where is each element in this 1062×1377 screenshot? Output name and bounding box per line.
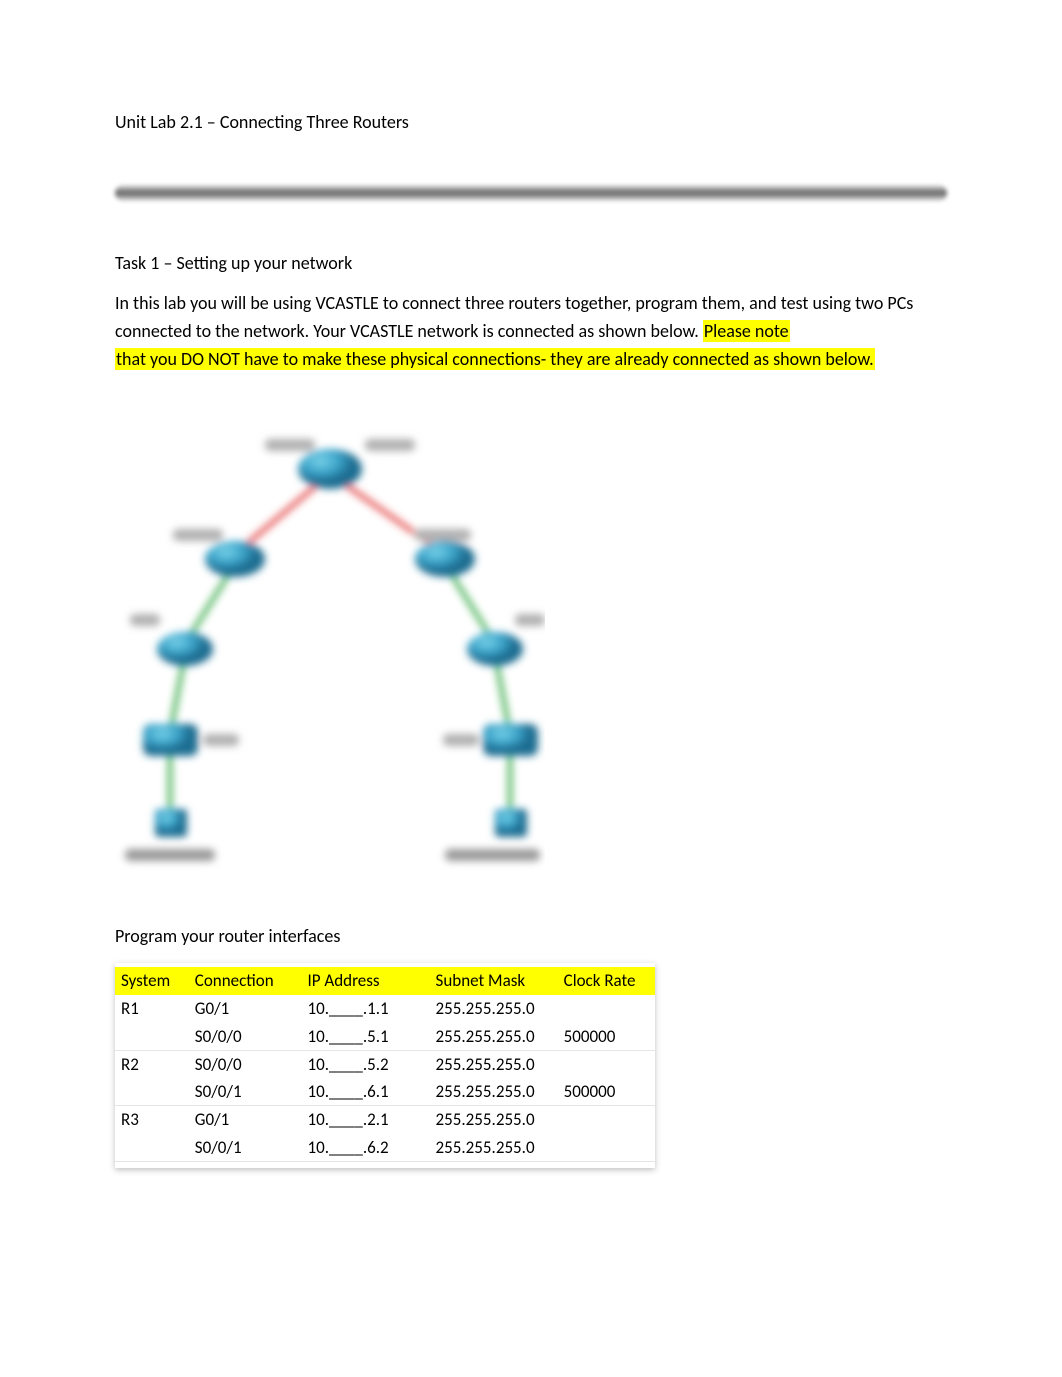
network-diagram	[115, 414, 545, 874]
cell-system	[115, 1078, 189, 1106]
cell-mask: 255.255.255.0	[430, 1051, 558, 1079]
th-mask: Subnet Mask	[430, 967, 558, 995]
cell-ip: 10.____.6.2	[301, 1134, 429, 1162]
cell-ip: 10.____.2.1	[301, 1106, 429, 1134]
cell-ip: 10.____.6.1	[301, 1078, 429, 1106]
th-system: System	[115, 967, 189, 995]
redacted-bar	[115, 185, 947, 201]
cell-connection: S0/0/1	[189, 1078, 302, 1106]
cell-ip: 10.____.5.2	[301, 1051, 429, 1079]
intro-highlight-2: that you DO NOT have to make these physi…	[115, 348, 875, 370]
cell-connection: S0/0/0	[189, 1051, 302, 1079]
cell-system	[115, 1023, 189, 1051]
table-row: S0/0/0 10.____.5.1 255.255.255.0 500000	[115, 1023, 655, 1051]
th-connection: Connection	[189, 967, 302, 995]
cell-mask: 255.255.255.0	[430, 1134, 558, 1162]
cell-mask: 255.255.255.0	[430, 1078, 558, 1106]
document-title: Unit Lab 2.1 – Connecting Three Routers	[115, 110, 947, 135]
interface-table: System Connection IP Address Subnet Mask…	[115, 963, 655, 1168]
table-row: S0/0/1 10.____.6.2 255.255.255.0	[115, 1134, 655, 1162]
cell-clock	[558, 995, 655, 1023]
cell-clock: 500000	[558, 1023, 655, 1051]
cell-connection: S0/0/1	[189, 1134, 302, 1162]
th-clock: Clock Rate	[558, 967, 655, 995]
intro-highlight-1: Please note	[703, 320, 790, 342]
table-header-row: System Connection IP Address Subnet Mask…	[115, 967, 655, 995]
intro-paragraph: In this lab you will be using VCASTLE to…	[115, 290, 947, 374]
table-row: R2 S0/0/0 10.____.5.2 255.255.255.0	[115, 1051, 655, 1079]
program-heading: Program your router interfaces	[115, 924, 947, 949]
cell-mask: 255.255.255.0	[430, 1023, 558, 1051]
cell-clock	[558, 1106, 655, 1134]
cell-system: R2	[115, 1051, 189, 1079]
th-ip: IP Address	[301, 967, 429, 995]
cell-ip: 10.____.1.1	[301, 995, 429, 1023]
cell-ip: 10.____.5.1	[301, 1023, 429, 1051]
cell-clock	[558, 1051, 655, 1079]
cell-system	[115, 1134, 189, 1162]
cell-clock: 500000	[558, 1078, 655, 1106]
cell-connection: G0/1	[189, 1106, 302, 1134]
cell-mask: 255.255.255.0	[430, 995, 558, 1023]
intro-text: In this lab you will be using VCASTLE to…	[115, 292, 913, 342]
cell-clock	[558, 1134, 655, 1162]
cell-system: R1	[115, 995, 189, 1023]
task-heading: Task 1 – Setting up your network	[115, 251, 947, 276]
cell-connection: G0/1	[189, 995, 302, 1023]
cell-mask: 255.255.255.0	[430, 1106, 558, 1134]
cell-system: R3	[115, 1106, 189, 1134]
table-row: S0/0/1 10.____.6.1 255.255.255.0 500000	[115, 1078, 655, 1106]
table-row: R3 G0/1 10.____.2.1 255.255.255.0	[115, 1106, 655, 1134]
cell-connection: S0/0/0	[189, 1023, 302, 1051]
table-row: R1 G0/1 10.____.1.1 255.255.255.0	[115, 995, 655, 1023]
